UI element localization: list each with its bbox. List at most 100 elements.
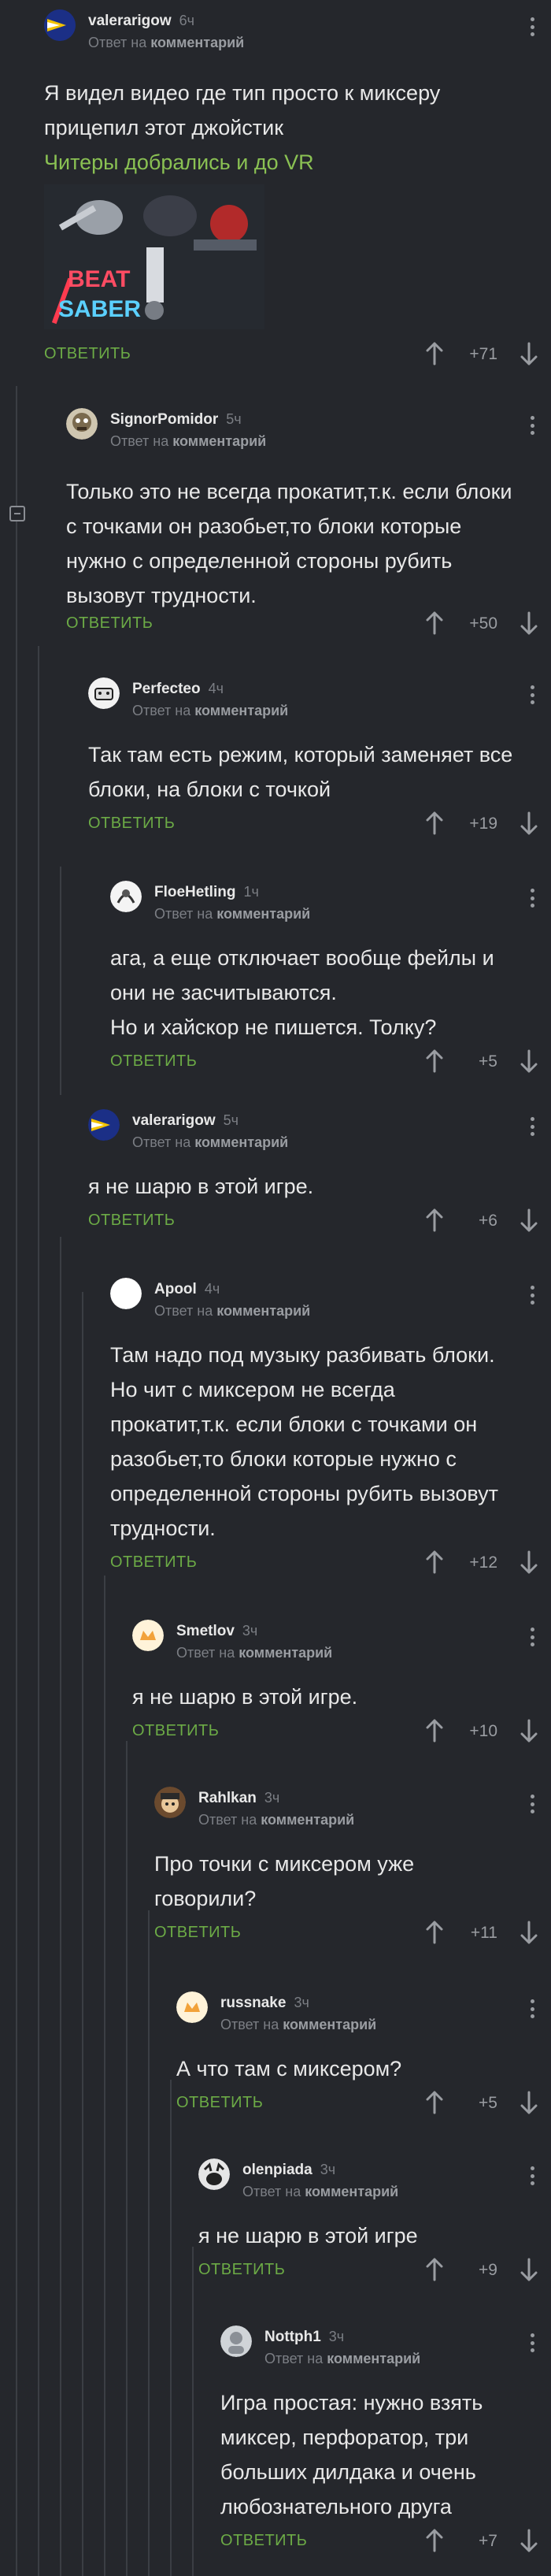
arrow-down-icon[interactable] <box>520 1208 538 1232</box>
rating-count: +9 <box>479 2261 497 2279</box>
reply-target-link[interactable]: комментарий <box>239 1645 332 1661</box>
arrow-up-icon[interactable] <box>425 342 444 366</box>
reply-context: Ответ на комментарий <box>264 2351 421 2366</box>
arrow-down-icon[interactable] <box>520 1719 538 1743</box>
comment-age: 1ч <box>243 884 259 900</box>
more-vertical-icon[interactable] <box>531 685 535 704</box>
reply-target-link[interactable]: комментарий <box>216 1303 310 1319</box>
reply-button[interactable]: ОТВЕТИТЬ <box>220 2532 307 2550</box>
reply-target-link[interactable]: комментарий <box>305 2184 398 2199</box>
more-vertical-icon[interactable] <box>531 416 535 435</box>
arrow-up-icon[interactable] <box>425 2091 444 2114</box>
reply-button[interactable]: ОТВЕТИТЬ <box>88 815 175 833</box>
arrow-down-icon[interactable] <box>520 2529 538 2552</box>
reply-target-link[interactable]: комментарий <box>261 1812 354 1828</box>
arrow-down-icon[interactable] <box>520 1049 538 1073</box>
comment-footer: ОТВЕТИТЬ +10 <box>132 1717 538 1744</box>
comment-footer: ОТВЕТИТЬ +6 <box>88 1207 538 1234</box>
reply-button[interactable]: ОТВЕТИТЬ <box>198 2261 285 2279</box>
arrow-up-icon[interactable] <box>425 1921 444 1944</box>
comment-text: Только это не всегда прокатит,т.к. если … <box>66 480 512 607</box>
comment: Apool 4ч Ответ на комментарий Там надо под … <box>110 1278 551 1580</box>
more-vertical-icon[interactable] <box>531 1999 535 2018</box>
arrow-up-icon[interactable] <box>425 811 444 835</box>
reply-context: Ответ на комментарий <box>154 906 311 922</box>
arrow-up-icon[interactable] <box>425 1208 444 1232</box>
more-vertical-icon[interactable] <box>531 2333 535 2352</box>
author-name[interactable]: Smetlov 3ч <box>176 1623 257 1640</box>
comment: Smetlov 3ч Ответ на комментарий я не шарю в… <box>132 1620 551 1749</box>
more-vertical-icon[interactable] <box>531 17 535 36</box>
author-name[interactable]: olenpiada 3ч <box>242 2162 335 2179</box>
author-name[interactable]: Nottph1 3ч <box>264 2329 344 2346</box>
arrow-up-icon[interactable] <box>425 1049 444 1073</box>
avatar[interactable] <box>110 1278 142 1309</box>
saber-logo-text: SABER <box>58 296 141 322</box>
avatar[interactable] <box>154 1787 186 1818</box>
comment-link[interactable]: Читеры добрались и до VR <box>44 145 520 180</box>
media-thumbnail[interactable]: BEAT SABER <box>44 184 264 329</box>
reply-context: Ответ на комментарий <box>110 433 267 449</box>
thread-line <box>82 1292 83 2576</box>
arrow-down-icon[interactable] <box>520 1921 538 1944</box>
reply-target-link[interactable]: комментарий <box>194 1134 288 1150</box>
reply-button[interactable]: ОТВЕТИТЬ <box>110 1553 197 1572</box>
avatar[interactable] <box>88 677 120 709</box>
more-vertical-icon[interactable] <box>531 889 535 908</box>
reply-button[interactable]: ОТВЕТИТЬ <box>176 2094 263 2112</box>
author-name[interactable]: Perfecteo 4ч <box>132 681 224 698</box>
arrow-down-icon[interactable] <box>520 2091 538 2114</box>
rating-count: +5 <box>479 2094 497 2112</box>
more-vertical-icon[interactable] <box>531 2166 535 2185</box>
author-name[interactable]: SignorPomidor 5ч <box>110 411 242 429</box>
reply-button[interactable]: ОТВЕТИТЬ <box>66 614 153 633</box>
reply-target-link[interactable]: комментарий <box>327 2351 420 2366</box>
reply-button[interactable]: ОТВЕТИТЬ <box>132 1722 219 1740</box>
avatar[interactable] <box>176 1991 208 2023</box>
reply-target-link[interactable]: комментарий <box>216 906 310 922</box>
rating-count: +50 <box>469 614 497 633</box>
author-name[interactable]: russnake 3ч <box>220 1995 309 2012</box>
avatar[interactable] <box>198 2158 230 2190</box>
avatar[interactable] <box>220 2325 252 2357</box>
arrow-down-icon[interactable] <box>520 1550 538 1574</box>
arrow-up-icon[interactable] <box>425 1719 444 1743</box>
arrow-up-icon[interactable] <box>425 2529 444 2552</box>
arrow-down-icon[interactable] <box>520 611 538 635</box>
avatar[interactable] <box>88 1109 120 1141</box>
comment-age: 3ч <box>328 2329 345 2344</box>
avatar[interactable] <box>66 408 98 440</box>
arrow-down-icon[interactable] <box>520 342 538 366</box>
comment-age: 5ч <box>226 411 242 427</box>
comment-age: 4ч <box>208 681 224 696</box>
comment-text: Там надо под музыку разбивать блоки. Но … <box>110 1343 499 1540</box>
arrow-up-icon[interactable] <box>425 2258 444 2281</box>
more-vertical-icon[interactable] <box>531 1795 535 1813</box>
reply-target-link[interactable]: комментарий <box>283 2017 376 2032</box>
collapse-thread-button[interactable] <box>9 506 25 522</box>
comment-text: Я видел видео где тип просто к миксеру п… <box>44 81 441 139</box>
reply-button[interactable]: ОТВЕТИТЬ <box>88 1212 175 1230</box>
reply-button[interactable]: ОТВЕТИТЬ <box>154 1924 241 1942</box>
avatar[interactable] <box>44 9 76 41</box>
avatar[interactable] <box>110 881 142 912</box>
avatar[interactable] <box>132 1620 164 1651</box>
thread-line <box>60 867 61 1095</box>
author-name[interactable]: Rahlkan 3ч <box>198 1790 279 1807</box>
reply-target-link[interactable]: комментарий <box>194 703 288 718</box>
arrow-down-icon[interactable] <box>520 2258 538 2281</box>
arrow-up-icon[interactable] <box>425 611 444 635</box>
rating-count: +11 <box>470 1924 497 1942</box>
author-name[interactable]: valerarigow 5ч <box>132 1112 239 1130</box>
author-name[interactable]: valerarigow 6ч <box>88 13 194 30</box>
more-vertical-icon[interactable] <box>531 1628 535 1646</box>
reply-button[interactable]: ОТВЕТИТЬ <box>110 1052 197 1071</box>
arrow-up-icon[interactable] <box>425 1550 444 1574</box>
arrow-down-icon[interactable] <box>520 811 538 835</box>
more-vertical-icon[interactable] <box>531 1117 535 1136</box>
author-name[interactable]: Apool 4ч <box>154 1281 220 1298</box>
author-name[interactable]: FloeHetling 1ч <box>154 884 259 901</box>
reply-target-link[interactable]: комментарий <box>150 35 244 50</box>
more-vertical-icon[interactable] <box>531 1286 535 1305</box>
reply-target-link[interactable]: комментарий <box>172 433 266 449</box>
